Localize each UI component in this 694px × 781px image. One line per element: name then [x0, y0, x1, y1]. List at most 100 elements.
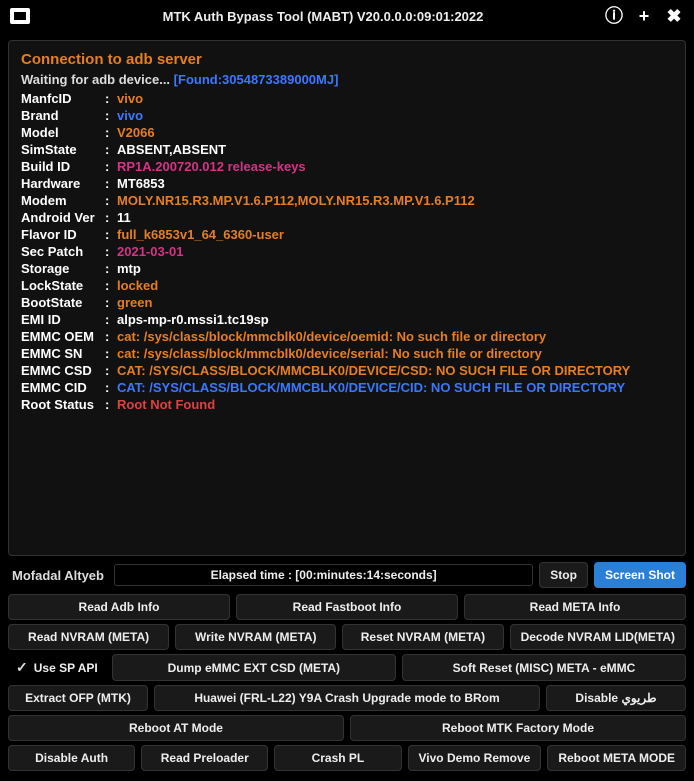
reset-nvram-meta-button[interactable]: Reset NVRAM (META): [342, 624, 503, 650]
log-sep: :: [105, 107, 117, 124]
log-key: Hardware: [21, 175, 105, 192]
log-row: EMMC OEM:cat: /sys/class/block/mmcblk0/d…: [21, 328, 673, 345]
log-row: Flavor ID:full_k6853v1_64_6360-user: [21, 226, 673, 243]
disable-button[interactable]: Disable طريوي: [546, 685, 686, 711]
log-sep: :: [105, 311, 117, 328]
crash-pl-button[interactable]: Crash PL: [274, 745, 401, 771]
log-value: Root Not Found: [117, 396, 673, 413]
log-value: green: [117, 294, 673, 311]
log-sep: :: [105, 175, 117, 192]
log-value: MT6853: [117, 175, 673, 192]
log-value: locked: [117, 277, 673, 294]
log-sep: :: [105, 345, 117, 362]
log-value: alps-mp-r0.mssi1.tc19sp: [117, 311, 673, 328]
log-key: Flavor ID: [21, 226, 105, 243]
log-row: ManfcID:vivo: [21, 90, 673, 107]
log-value: 11: [117, 209, 673, 226]
reboot-meta-mode-button[interactable]: Reboot META MODE: [547, 745, 686, 771]
stop-button[interactable]: Stop: [539, 562, 588, 588]
log-sep: :: [105, 277, 117, 294]
extract-ofp-mtk-button[interactable]: Extract OFP (MTK): [8, 685, 148, 711]
log-panel: Connection to adb server Waiting for adb…: [8, 40, 686, 556]
close-icon[interactable]: ✖: [664, 6, 684, 26]
log-key: LockState: [21, 277, 105, 294]
log-value: MOLY.NR15.R3.MP.V1.6.P112,MOLY.NR15.R3.M…: [117, 192, 673, 209]
log-key: ManfcID: [21, 90, 105, 107]
log-sep: :: [105, 243, 117, 260]
developer-name: Mofadal Altyeb: [8, 568, 108, 583]
log-row: Root Status:Root Not Found: [21, 396, 673, 413]
log-sep: :: [105, 90, 117, 107]
log-value: CAT: /SYS/CLASS/BLOCK/MMCBLK0/DEVICE/CID…: [117, 379, 673, 396]
write-nvram-meta-button[interactable]: Write NVRAM (META): [175, 624, 336, 650]
log-row: Model:V2066: [21, 124, 673, 141]
log-sep: :: [105, 124, 117, 141]
log-row: LockState:locked: [21, 277, 673, 294]
log-row: Modem:MOLY.NR15.R3.MP.V1.6.P112,MOLY.NR1…: [21, 192, 673, 209]
log-key: Root Status: [21, 396, 105, 413]
log-sep: :: [105, 192, 117, 209]
check-icon: ✓: [16, 659, 28, 676]
log-key: Android Ver: [21, 209, 105, 226]
log-sep: :: [105, 226, 117, 243]
log-row: EMI ID:alps-mp-r0.mssi1.tc19sp: [21, 311, 673, 328]
elapsed-time: Elapsed time : [00:minutes:14:seconds]: [114, 564, 533, 586]
log-key: Modem: [21, 192, 105, 209]
info-icon[interactable]: ⓘ: [604, 6, 624, 26]
soft-reset-misc-meta-emmc-button[interactable]: Soft Reset (MISC) META - eMMC: [402, 654, 686, 681]
log-row: Brand:vivo: [21, 107, 673, 124]
dump-emmc-ext-csd-meta-button[interactable]: Dump eMMC EXT CSD (META): [112, 654, 396, 681]
log-sep: :: [105, 379, 117, 396]
log-key: Brand: [21, 107, 105, 124]
log-key: BootState: [21, 294, 105, 311]
vivo-demo-remove-button[interactable]: Vivo Demo Remove: [408, 745, 542, 771]
log-value: 2021-03-01: [117, 243, 673, 260]
log-row: Hardware:MT6853: [21, 175, 673, 192]
log-row: EMMC SN:cat: /sys/class/block/mmcblk0/de…: [21, 345, 673, 362]
use-sp-api-checkbox[interactable]: ✓ Use SP API: [8, 654, 106, 681]
log-value: CAT: /SYS/CLASS/BLOCK/MMCBLK0/DEVICE/CSD…: [117, 362, 673, 379]
log-key: EMMC CID: [21, 379, 105, 396]
log-key: EMMC SN: [21, 345, 105, 362]
reboot-mtk-factory-mode-button[interactable]: Reboot MTK Factory Mode: [350, 715, 686, 741]
read-nvram-meta-button[interactable]: Read NVRAM (META): [8, 624, 169, 650]
huawei-frl-l22-y9a-crash-upgrade-mode-to-brom-button[interactable]: Huawei (FRL-L22) Y9A Crash Upgrade mode …: [154, 685, 540, 711]
log-sep: :: [105, 209, 117, 226]
log-value: ABSENT,ABSENT: [117, 141, 673, 158]
read-adb-info-button[interactable]: Read Adb Info: [8, 594, 230, 620]
log-row: BootState:green: [21, 294, 673, 311]
read-meta-info-button[interactable]: Read META Info: [464, 594, 686, 620]
log-key: EMMC CSD: [21, 362, 105, 379]
log-row: Build ID:RP1A.200720.012 release-keys: [21, 158, 673, 175]
log-row: Storage:mtp: [21, 260, 673, 277]
log-value: mtp: [117, 260, 673, 277]
log-sep: :: [105, 396, 117, 413]
disable-auth-button[interactable]: Disable Auth: [8, 745, 135, 771]
app-logo-icon: [10, 8, 30, 24]
log-sep: :: [105, 158, 117, 175]
window-title: MTK Auth Bypass Tool (MABT) V20.0.0.0:09…: [42, 9, 604, 24]
log-value: vivo: [117, 90, 673, 107]
add-icon[interactable]: +: [634, 6, 654, 26]
log-key: EMI ID: [21, 311, 105, 328]
read-preloader-button[interactable]: Read Preloader: [141, 745, 268, 771]
log-value: full_k6853v1_64_6360-user: [117, 226, 673, 243]
log-row: SimState:ABSENT,ABSENT: [21, 141, 673, 158]
log-key: Model: [21, 124, 105, 141]
log-value: cat: /sys/class/block/mmcblk0/device/ser…: [117, 345, 673, 362]
log-value: V2066: [117, 124, 673, 141]
log-value: cat: /sys/class/block/mmcblk0/device/oem…: [117, 328, 673, 345]
screenshot-button[interactable]: Screen Shot: [594, 562, 686, 588]
log-sep: :: [105, 328, 117, 345]
reboot-at-mode-button[interactable]: Reboot AT Mode: [8, 715, 344, 741]
log-row: Android Ver:11: [21, 209, 673, 226]
log-key: Sec Patch: [21, 243, 105, 260]
log-value: RP1A.200720.012 release-keys: [117, 158, 673, 175]
log-sep: :: [105, 294, 117, 311]
log-key: EMMC OEM: [21, 328, 105, 345]
decode-nvram-lid-meta-button[interactable]: Decode NVRAM LID(META): [510, 624, 686, 650]
log-row: Sec Patch:2021-03-01: [21, 243, 673, 260]
log-row: EMMC CSD:CAT: /SYS/CLASS/BLOCK/MMCBLK0/D…: [21, 362, 673, 379]
log-sep: :: [105, 260, 117, 277]
read-fastboot-info-button[interactable]: Read Fastboot Info: [236, 594, 458, 620]
